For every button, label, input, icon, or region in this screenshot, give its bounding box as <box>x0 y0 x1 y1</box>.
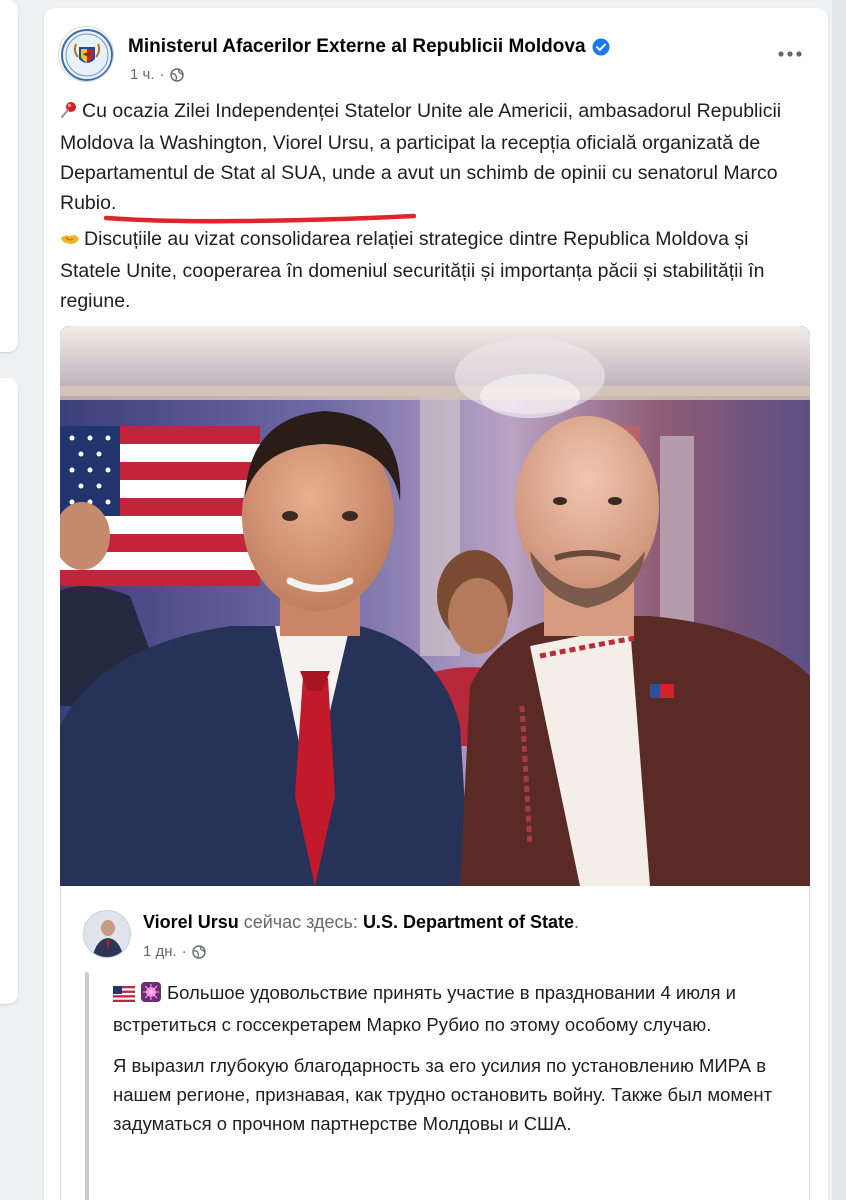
right-page-edge <box>832 0 846 1200</box>
post-meta: 1 ч. · <box>130 66 184 83</box>
shared-post-meta: 1 дн. · <box>143 943 206 960</box>
author-line: Ministerul Afacerilor Externe al Republi… <box>128 36 610 58</box>
post-timestamp[interactable]: 1 ч. <box>130 66 155 83</box>
left-neighbor-card <box>0 0 18 352</box>
shared-author-name[interactable]: Viorel Ursu <box>143 912 239 932</box>
globe-icon <box>169 67 184 82</box>
post-header: Ministerul Afacerilor Externe al Republi… <box>58 26 814 86</box>
moldova-coat-of-arms-logo <box>61 29 113 81</box>
pushpin-icon <box>60 98 78 128</box>
shared-author-line: Viorel Ursu сейчас здесь: U.S. Departmen… <box>143 912 579 933</box>
us-flag-icon <box>112 981 136 1010</box>
profile-photo <box>84 911 130 957</box>
globe-icon <box>192 944 206 959</box>
page-name[interactable]: Ministerul Afacerilor Externe al Republi… <box>128 36 586 58</box>
page-avatar[interactable] <box>58 26 114 82</box>
post-photo[interactable] <box>60 326 810 886</box>
shared-post-timestamp[interactable]: 1 дн. <box>143 943 177 960</box>
sparkle-icon <box>141 981 161 1010</box>
shared-post-text: Большое удовольствие принять участие в п… <box>112 978 803 1138</box>
check-in-suffix: . <box>573 912 579 932</box>
post-paragraph-2-text: Discuțiile au vizat consolidarea relație… <box>60 228 765 312</box>
shared-paragraph: Большое удовольствие принять участие в п… <box>112 978 803 1039</box>
quote-bar <box>85 972 89 1200</box>
check-in-place[interactable]: U.S. Department of State <box>363 912 574 932</box>
check-in-text: сейчас здесь: <box>238 912 363 932</box>
post-paragraph-1-text: Cu ocazia Zilei Independenței Statelor U… <box>60 100 782 214</box>
post-body-text: Cu ocazia Zilei Independenței Statelor U… <box>60 96 800 316</box>
verified-badge-icon <box>592 38 610 56</box>
more-options-button[interactable] <box>772 36 808 72</box>
shared-post-card[interactable]: Viorel Ursu сейчас здесь: U.S. Departmen… <box>60 886 810 1200</box>
shared-paragraph-1-text: Большое удовольствие принять участие в п… <box>113 982 736 1035</box>
left-neighbor-card <box>0 378 18 1004</box>
post-paragraph: Cu ocazia Zilei Independenței Statelor U… <box>60 96 800 218</box>
selfie-photo <box>60 326 810 886</box>
shared-author-avatar[interactable] <box>83 910 131 958</box>
meta-separator: · <box>159 66 165 83</box>
meta-separator: · <box>181 943 187 960</box>
shared-paragraph: Я выразил глубокую благодарность за его … <box>113 1055 773 1134</box>
post-card: Ministerul Afacerilor Externe al Republi… <box>44 8 828 1200</box>
post-paragraph: Discuțiile au vizat consolidarea relație… <box>60 224 800 316</box>
more-options-icon <box>778 51 802 57</box>
handshake-icon <box>60 226 80 256</box>
